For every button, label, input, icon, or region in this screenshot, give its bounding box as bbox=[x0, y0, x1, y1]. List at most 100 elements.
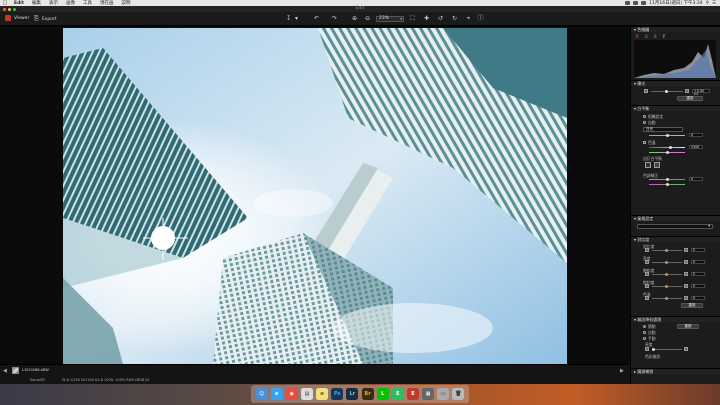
tone-row-2-knob[interactable] bbox=[665, 261, 668, 264]
exposure-knob[interactable] bbox=[665, 90, 668, 93]
wb-temp-check[interactable] bbox=[643, 141, 646, 144]
dropdown-chevron-icon[interactable]: ▾ bbox=[292, 15, 301, 22]
wb-preset-select[interactable]: 日光 bbox=[643, 127, 683, 132]
capture-icon[interactable]: ▦ bbox=[422, 388, 435, 400]
list-icon[interactable]: ☰ bbox=[712, 1, 716, 6]
tone-row-4-plus[interactable] bbox=[684, 284, 688, 288]
rotate-right-icon[interactable]: ↻ bbox=[450, 15, 459, 22]
channel-g[interactable]: G bbox=[645, 34, 648, 39]
tint-correction-knob-2[interactable] bbox=[666, 183, 669, 186]
tone-row-4-slider[interactable] bbox=[652, 285, 682, 288]
white-balance-header[interactable]: ▾ 白平衡 bbox=[631, 105, 720, 111]
tone-row-5-value[interactable]: 0 bbox=[691, 296, 705, 300]
crop-icon[interactable]: ⌖ bbox=[464, 15, 473, 22]
tint-correction-value[interactable]: 0 bbox=[689, 177, 703, 181]
style-select[interactable]: ▾ bbox=[637, 224, 713, 229]
nr-luma-plus[interactable] bbox=[684, 347, 688, 351]
trash-icon[interactable]: 🗑 bbox=[452, 388, 465, 400]
fit-screen-icon[interactable]: ⛶ bbox=[408, 15, 417, 22]
tone-row-3-value[interactable]: 0 bbox=[691, 272, 705, 276]
tone-row-5-minus[interactable] bbox=[645, 296, 649, 300]
downloads-icon[interactable]: ▭ bbox=[437, 388, 450, 400]
export-mode-button[interactable]: ⎘ Export bbox=[34, 15, 57, 23]
redo-icon[interactable]: ↷ bbox=[330, 15, 339, 22]
wifi-icon[interactable] bbox=[633, 1, 639, 5]
exposure-plus[interactable] bbox=[685, 89, 689, 93]
wb-numeric[interactable]: 0 bbox=[689, 133, 703, 137]
exposure-value[interactable]: +0.00 EV bbox=[692, 89, 710, 96]
viewer-mode-button[interactable]: Viewer bbox=[5, 15, 29, 21]
evernote-icon[interactable]: E bbox=[391, 388, 404, 400]
style-header[interactable]: ▾ 風格設定 bbox=[631, 215, 720, 221]
tone-row-3-slider[interactable] bbox=[652, 273, 682, 276]
prev-image-icon[interactable]: ◀ bbox=[3, 368, 7, 374]
tone-row-3-plus[interactable] bbox=[684, 272, 688, 276]
tone-row-3-minus[interactable] bbox=[645, 272, 649, 276]
nr-luma-slider[interactable] bbox=[652, 348, 682, 351]
zoom-in-icon[interactable]: ⊕ bbox=[350, 15, 359, 22]
tone-row-2-slider[interactable] bbox=[652, 261, 682, 264]
exposure-reset-button[interactable]: 重設 bbox=[677, 96, 703, 101]
zoom-out-icon[interactable]: ⊖ bbox=[363, 15, 372, 22]
exposure-slider[interactable] bbox=[651, 90, 683, 93]
lens-header[interactable]: ▸ 鏡頭補償 bbox=[631, 368, 720, 374]
eyedropper-icon[interactable] bbox=[645, 162, 651, 168]
channel-r[interactable]: R bbox=[636, 34, 639, 39]
close-window-button[interactable] bbox=[3, 7, 6, 11]
search-icon[interactable]: ⚲ bbox=[706, 1, 709, 6]
wb-register-button[interactable] bbox=[654, 162, 660, 168]
tint-slider[interactable] bbox=[649, 151, 685, 154]
nr-auto-radio[interactable] bbox=[643, 331, 646, 334]
next-image-icon[interactable]: ▶ bbox=[620, 368, 624, 374]
wb-camera-radio[interactable] bbox=[643, 115, 646, 118]
rotate-left-icon[interactable]: ↺ bbox=[436, 15, 445, 22]
tone-row-1-knob[interactable] bbox=[665, 249, 668, 252]
nr-off-radio[interactable] bbox=[643, 325, 646, 328]
tone-row-1-slider[interactable] bbox=[652, 249, 682, 252]
exposure-header[interactable]: ▾ 曝光 bbox=[631, 80, 720, 86]
temp-slider[interactable] bbox=[649, 146, 685, 149]
tint-knob[interactable] bbox=[666, 151, 669, 154]
tone-row-4-value[interactable]: 0 bbox=[691, 284, 705, 288]
edit-app-icon[interactable]: E bbox=[406, 388, 419, 400]
exposure-minus[interactable] bbox=[644, 89, 648, 93]
wb-auto-radio[interactable] bbox=[643, 121, 646, 124]
zoom-window-button[interactable] bbox=[13, 7, 16, 11]
tint-correction-slider[interactable] bbox=[649, 178, 685, 181]
finder-icon[interactable]: ☺ bbox=[255, 388, 268, 400]
info-icon[interactable]: ⓘ bbox=[476, 15, 485, 22]
nr-luma-minus[interactable] bbox=[645, 347, 649, 351]
wb-knob[interactable] bbox=[666, 134, 669, 137]
actual-size-icon[interactable]: ✚ bbox=[422, 15, 431, 22]
tint-correction-slider-2[interactable] bbox=[649, 183, 685, 186]
histogram-header[interactable]: ▾ 色階圖 bbox=[631, 26, 720, 32]
lightroom-icon[interactable]: Lr bbox=[346, 388, 359, 400]
safari-icon[interactable]: ⊕ bbox=[270, 388, 283, 400]
undo-icon[interactable]: ↶ bbox=[312, 15, 321, 22]
tint-correction-knob[interactable] bbox=[666, 178, 669, 181]
tone-row-5-knob[interactable] bbox=[665, 297, 668, 300]
tone-row-5-slider[interactable] bbox=[652, 297, 682, 300]
channel-y[interactable]: Y bbox=[663, 34, 665, 39]
noise-reduction-header[interactable]: ▾ 雜訊降低處理 bbox=[631, 316, 720, 322]
temp-knob[interactable] bbox=[669, 146, 672, 149]
thumbnail[interactable] bbox=[12, 367, 19, 374]
tone-reset-button[interactable]: 重設 bbox=[681, 303, 703, 308]
notes-icon[interactable]: ≡ bbox=[316, 388, 329, 400]
nr-manual-radio[interactable] bbox=[643, 337, 646, 340]
tone-row-4-knob[interactable] bbox=[665, 285, 668, 288]
photoshop-icon[interactable]: Ps bbox=[331, 388, 344, 400]
tone-row-1-plus[interactable] bbox=[684, 248, 688, 252]
zoom-select[interactable]: 23% ▾ bbox=[376, 15, 404, 22]
battery-icon[interactable] bbox=[641, 1, 647, 5]
tone-row-4-minus[interactable] bbox=[645, 284, 649, 288]
nr-luma-knob[interactable] bbox=[652, 348, 655, 351]
line-icon[interactable]: L bbox=[376, 388, 389, 400]
preview-icon[interactable]: ▤ bbox=[300, 388, 313, 400]
minimize-window-button[interactable] bbox=[8, 7, 11, 11]
wb-temp-value[interactable]: 5500 bbox=[689, 145, 703, 149]
tone-row-1-minus[interactable] bbox=[645, 248, 649, 252]
tone-row-2-value[interactable]: 0 bbox=[691, 260, 705, 264]
tone-row-2-plus[interactable] bbox=[684, 260, 688, 264]
status-icon[interactable] bbox=[625, 1, 631, 5]
